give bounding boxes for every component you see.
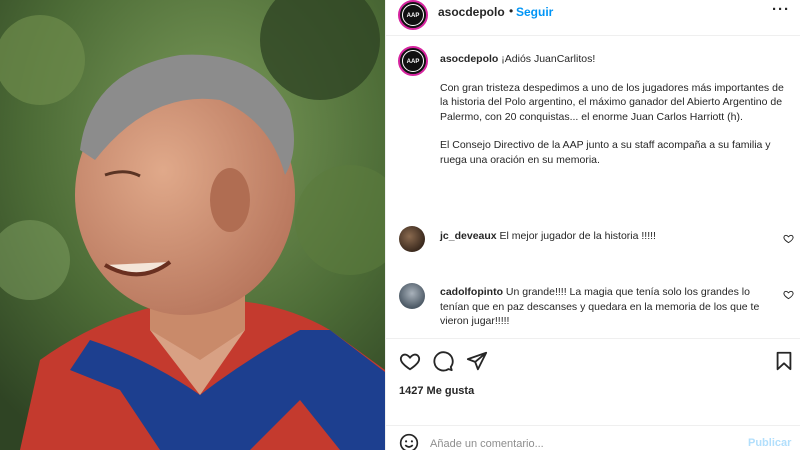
comment-avatar[interactable] — [399, 283, 425, 309]
comment-like-heart-icon[interactable] — [783, 233, 794, 244]
bookmark-icon[interactable] — [773, 350, 795, 372]
caption-avatar[interactable]: AAP — [398, 46, 428, 76]
likes-count[interactable]: 1427 Me gusta — [399, 385, 474, 397]
account-avatar[interactable]: AAP — [398, 0, 428, 30]
header-dot: • — [509, 4, 514, 18]
comment-username[interactable]: cadolfopinto — [440, 286, 503, 298]
caption-line-2: Con gran tristeza despedimos a uno de lo… — [440, 81, 784, 123]
post-header: AAP asocdepolo • Seguir ··· — [386, 0, 800, 36]
post-photo-image — [0, 0, 385, 450]
comment-text: El mejor jugador de la historia !!!!! — [499, 230, 656, 242]
add-comment-bar: Publicar — [386, 425, 800, 450]
caption-line-3: El Consejo Directivo de la AAP junto a s… — [440, 139, 771, 166]
comment-username[interactable]: jc_deveaux — [440, 230, 497, 242]
post-sidebar: AAP asocdepolo • Seguir ··· AAP asocdepo… — [385, 0, 800, 450]
post-photo[interactable] — [0, 0, 385, 450]
actions-divider — [386, 338, 800, 339]
comment-item: jc_deveaux El mejor jugador de la histor… — [440, 229, 765, 244]
paper-plane-icon[interactable] — [466, 350, 488, 372]
caption-line-1: ¡Adiós JuanCarlitos! — [501, 53, 596, 65]
caption-username[interactable]: asocdepolo — [440, 53, 498, 65]
comment-avatar[interactable] — [399, 226, 425, 252]
heart-icon[interactable] — [399, 350, 421, 372]
publish-button[interactable]: Publicar — [748, 437, 791, 449]
avatar-logo-text: AAP — [402, 4, 424, 26]
post-caption: asocdepolo ¡Adiós JuanCarlitos! Con gran… — [440, 52, 790, 181]
comment-bubble-icon[interactable] — [432, 350, 454, 372]
follow-button[interactable]: Seguir — [516, 5, 553, 19]
comment-like-heart-icon[interactable] — [783, 289, 794, 300]
comment-input[interactable] — [430, 434, 730, 450]
comment-item: cadolfopinto Un grande!!!! La magia que … — [440, 285, 765, 329]
header-username[interactable]: asocdepolo — [438, 5, 505, 19]
emoji-icon[interactable] — [399, 433, 419, 450]
more-options-icon[interactable]: ··· — [772, 1, 790, 18]
caption-avatar-logo-text: AAP — [402, 50, 424, 72]
